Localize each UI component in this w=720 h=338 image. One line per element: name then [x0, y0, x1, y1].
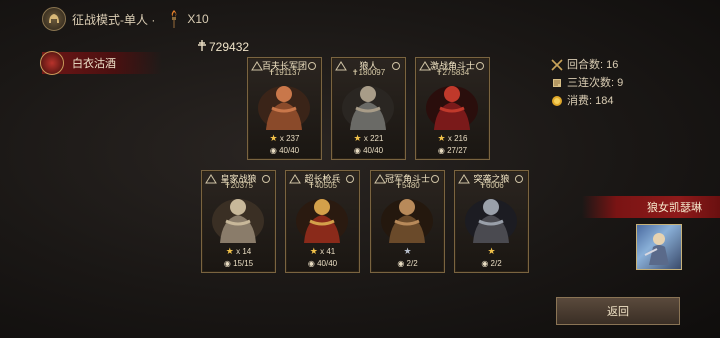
unit-card-4[interactable]: 超长枪兵 ✝40505 ★ x 41 ◉ 40/40 — [285, 170, 360, 273]
unit-power: ✝191137 — [268, 68, 301, 77]
unit-card-6[interactable]: 突袭之狼 ✝6006 ★ ◉ 2/2 — [454, 170, 529, 273]
torch-icon — [167, 9, 181, 29]
unit-power-value: 180097 — [358, 68, 386, 77]
unit-portrait — [381, 199, 433, 243]
helmet-small-icon: ◉ — [481, 259, 489, 268]
star-icon: ★ — [437, 133, 446, 143]
star-icon: ★ — [309, 246, 318, 256]
helmet-small-icon: ◉ — [353, 146, 361, 155]
torch-count: X10 — [187, 12, 209, 26]
crossed-swords-icon — [551, 59, 563, 71]
back-button-label: 返回 — [607, 306, 629, 318]
hero-banner: 狼女凯瑟琳 — [582, 196, 720, 218]
stats-panel: 回合数: 16 三连次数: 9 消费: 184 — [551, 56, 623, 110]
unit-stars: ★ x 41 — [286, 246, 359, 257]
unit-portrait — [296, 199, 348, 243]
star-icon: ★ — [269, 133, 278, 143]
unit-hp: ◉ 2/2 — [455, 259, 528, 268]
helmet-icon — [42, 7, 66, 31]
unit-portrait — [342, 86, 394, 130]
stat-spent-text: 消费: 184 — [567, 95, 614, 107]
unit-portrait — [258, 86, 310, 130]
unit-stars: ★ x 237 — [248, 133, 321, 144]
unit-power: ✝275834 — [435, 68, 470, 77]
helmet-small-icon: ◉ — [269, 146, 277, 155]
avatar — [40, 51, 64, 75]
unit-hp: ◉ 40/40 — [332, 146, 405, 155]
unit-power-value: 20375 — [230, 181, 253, 190]
unit-portrait — [465, 199, 517, 243]
helmet-small-icon: ◉ — [307, 259, 315, 268]
unit-power: ✝40505 — [308, 181, 337, 190]
unit-hp: ◉ 40/40 — [248, 146, 321, 155]
unit-stars: ★ — [455, 246, 528, 257]
mode-header: 征战模式-单人 · X10 — [42, 6, 209, 32]
unit-hp: ◉ 15/15 — [202, 259, 275, 268]
player-tag[interactable]: 白衣沽酒 — [40, 51, 162, 75]
unit-power: ✝180097 — [351, 68, 386, 77]
stat-triples: 三连次数: 9 — [551, 74, 623, 92]
unit-power-value: 191137 — [274, 68, 301, 77]
gold-coin-icon — [552, 96, 562, 106]
unit-stars: ★ — [371, 246, 444, 257]
unit-hp: ◉ 40/40 — [286, 259, 359, 268]
unit-hp-value: 2/2 — [490, 259, 502, 268]
total-power-value: 729432 — [209, 40, 250, 54]
unit-star-count: x 41 — [320, 247, 336, 256]
unit-hp: ◉ 27/27 — [416, 146, 489, 155]
unit-hp: ◉ 2/2 — [371, 259, 444, 268]
unit-power-value: 6006 — [485, 181, 504, 190]
unit-stars: ★ x 221 — [332, 133, 405, 144]
stat-spent: 消费: 184 — [551, 92, 623, 110]
unit-hp-value: 27/27 — [447, 146, 468, 155]
star-icon: ★ — [403, 246, 412, 256]
unit-card-1[interactable]: 狼人 ✝180097 ★ x 221 ◉ 40/40 — [331, 57, 406, 160]
unit-power: ✝20375 — [224, 181, 253, 190]
helmet-small-icon: ◉ — [437, 146, 445, 155]
helmet-small-icon: ◉ — [223, 259, 231, 268]
unit-power-value: 40505 — [314, 181, 337, 190]
mode-title: 征战模式-单人 · — [72, 12, 156, 27]
unit-portrait — [426, 86, 478, 130]
unit-power: ✝5480 — [395, 181, 420, 190]
back-button[interactable]: 返回 — [556, 297, 680, 325]
star-icon: ★ — [487, 246, 496, 256]
unit-power-value: 5480 — [401, 181, 420, 190]
unit-power-value: 275834 — [442, 68, 470, 77]
unit-card-3[interactable]: 皇家战狼 ✝20375 ★ x 14 ◉ 15/15 — [201, 170, 276, 273]
stat-rounds: 回合数: 16 — [551, 56, 623, 74]
unit-hp-value: 40/40 — [317, 259, 338, 268]
hero-name: 狼女凯瑟琳 — [647, 202, 702, 214]
unit-stars: ★ x 216 — [416, 133, 489, 144]
unit-portrait — [212, 199, 264, 243]
star-icon: ★ — [225, 246, 234, 256]
unit-star-count: x 216 — [447, 134, 468, 143]
unit-hp-value: 40/40 — [279, 146, 300, 155]
unit-card-5[interactable]: 冠军角斗士 ✝5480 ★ ◉ 2/2 — [370, 170, 445, 273]
scroll-icon — [553, 79, 561, 87]
player-name: 白衣沽酒 — [72, 58, 116, 70]
unit-hp-value: 2/2 — [406, 259, 418, 268]
unit-card-0[interactable]: 百夫长军团 ✝191137 ★ x 237 ◉ 40/40 — [247, 57, 322, 160]
unit-star-count: x 14 — [236, 247, 252, 256]
unit-hp-value: 40/40 — [363, 146, 384, 155]
unit-star-count: x 237 — [279, 134, 300, 143]
power-icon — [197, 40, 207, 54]
hero-portrait[interactable] — [636, 224, 682, 270]
unit-stars: ★ x 14 — [202, 246, 275, 257]
unit-card-2[interactable]: 激战角斗士 ✝275834 ★ x 216 ◉ 27/27 — [415, 57, 490, 160]
hero-figure-icon — [644, 233, 669, 265]
stat-triples-text: 三连次数: 9 — [567, 77, 624, 89]
unit-hp-value: 15/15 — [233, 259, 254, 268]
stat-rounds-text: 回合数: 16 — [567, 59, 619, 71]
unit-power: ✝6006 — [479, 181, 504, 190]
total-power: 729432 — [197, 40, 249, 54]
helmet-small-icon: ◉ — [397, 259, 405, 268]
unit-star-count: x 221 — [363, 134, 384, 143]
star-icon: ★ — [353, 133, 362, 143]
